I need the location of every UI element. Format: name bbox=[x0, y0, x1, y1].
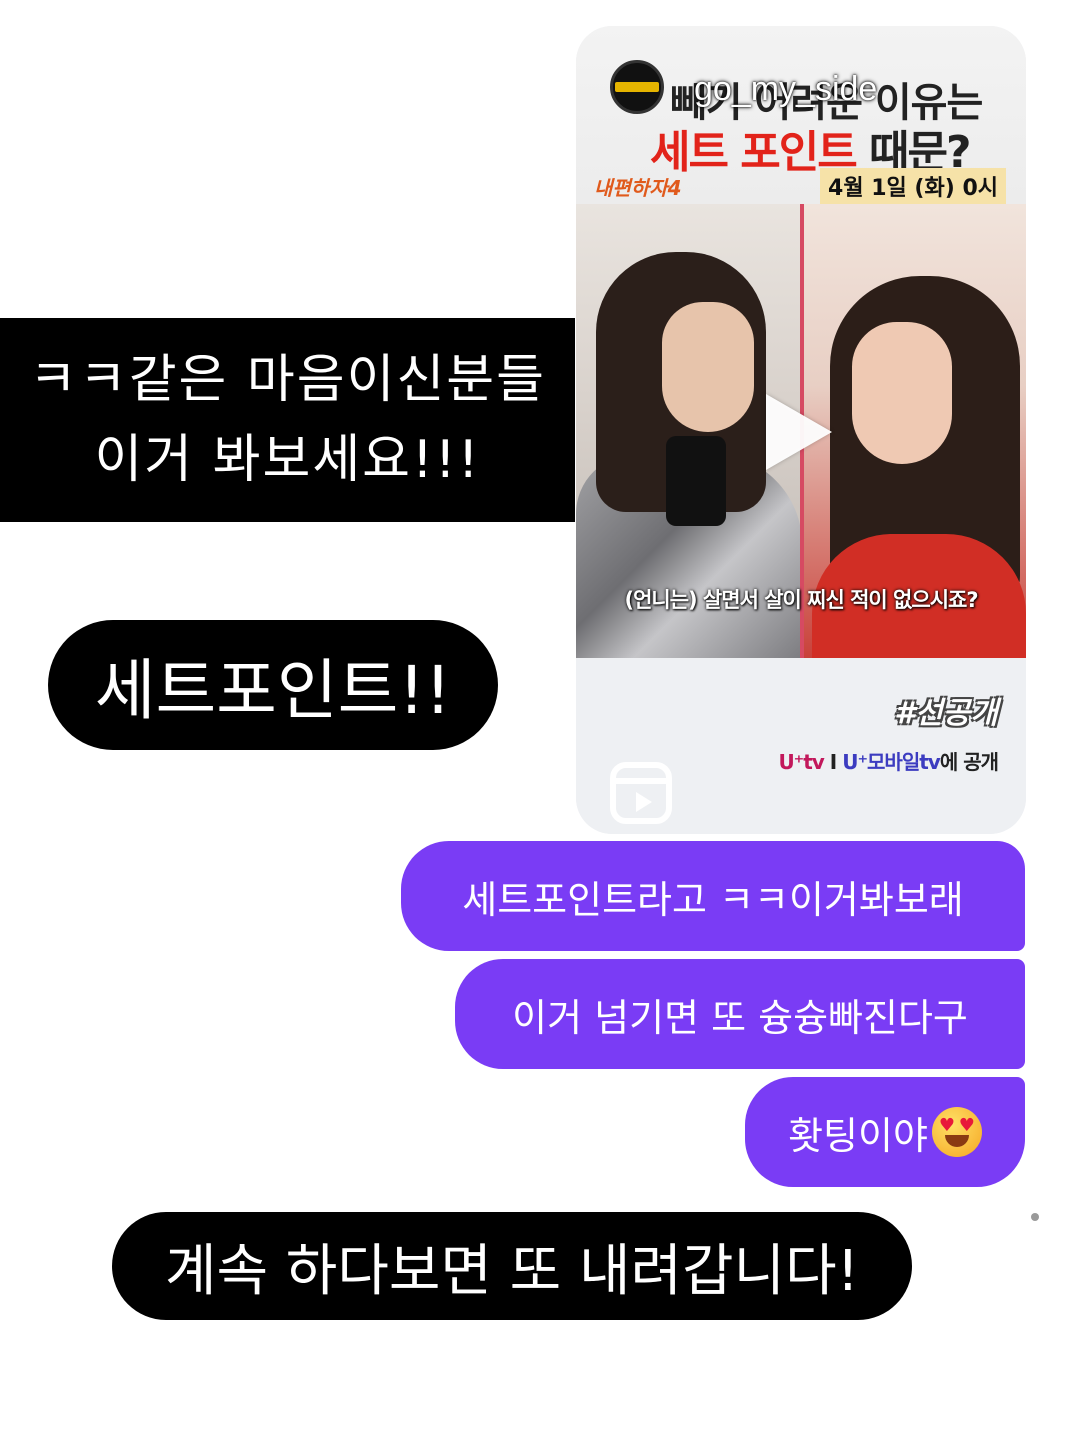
platform-suffix: 에 공개 bbox=[939, 750, 999, 774]
platform-mobile: U⁺모바일tv bbox=[842, 750, 941, 774]
reel-username[interactable]: go_my_side bbox=[694, 70, 877, 109]
seen-indicator bbox=[1031, 1213, 1039, 1221]
platform-separator: I bbox=[823, 750, 843, 774]
hashtag-label: #선공개 bbox=[894, 696, 998, 731]
message-text: 이거 넘기면 또 슝슝빠진다구 bbox=[512, 995, 968, 1040]
guest-left-face bbox=[662, 302, 754, 432]
message-text: 홧팅이야 bbox=[788, 1113, 928, 1158]
guest-left-collar bbox=[666, 436, 726, 526]
story-caption-box: ㅋㅋ같은 마음이신분들 이거 봐보세요!!! bbox=[0, 318, 575, 522]
reel-video-frame[interactable]: (언니는) 살면서 살이 찌신 적이 없으시죠? bbox=[576, 204, 1026, 658]
air-date-badge: 4월 1일 (화) 0시 bbox=[820, 168, 1006, 204]
reel-footer: #선공개 U⁺tv I U⁺모바일tv에 공개 bbox=[576, 658, 1026, 834]
heart-eyes-emoji-icon: ♥ ♥ bbox=[931, 1107, 982, 1157]
show-logo: 내편하자4 bbox=[594, 176, 682, 200]
message-bubble[interactable]: 홧팅이야 ♥ ♥ bbox=[745, 1077, 1025, 1187]
play-icon[interactable] bbox=[766, 394, 832, 470]
platform-credits: U⁺tv I U⁺모바일tv에 공개 bbox=[778, 746, 999, 775]
video-subtitle: (언니는) 살면서 살이 찌신 적이 없으시죠? bbox=[624, 588, 978, 612]
channel-logo bbox=[610, 60, 664, 114]
message-text: 세트포인트라고 ㅋㅋ이거봐보래 bbox=[462, 877, 964, 922]
reels-icon bbox=[610, 762, 672, 824]
story-caption-line2: 이거 봐보세요!!! bbox=[94, 430, 481, 490]
story-caption-line1: ㅋㅋ같은 마음이신분들 bbox=[29, 350, 546, 410]
message-bubble[interactable]: 세트포인트라고 ㅋㅋ이거봐보래 bbox=[401, 841, 1025, 951]
story-pill-setpoint: 세트포인트!! bbox=[48, 620, 498, 750]
story-pill-bottom: 계속 하다보면 또 내려갑니다! bbox=[112, 1212, 912, 1320]
reel-thumbnail-header: 빼기 어려운 이유는 go_my_side 세트 포인트 때문? 내편하자4 4… bbox=[576, 26, 1026, 204]
message-bubble[interactable]: 이거 넘기면 또 슝슝빠진다구 bbox=[455, 959, 1025, 1069]
shared-reel-card[interactable]: 빼기 어려운 이유는 go_my_side 세트 포인트 때문? 내편하자4 4… bbox=[576, 26, 1026, 834]
guest-right-face bbox=[852, 322, 952, 464]
platform-utv: U⁺tv bbox=[778, 750, 824, 774]
